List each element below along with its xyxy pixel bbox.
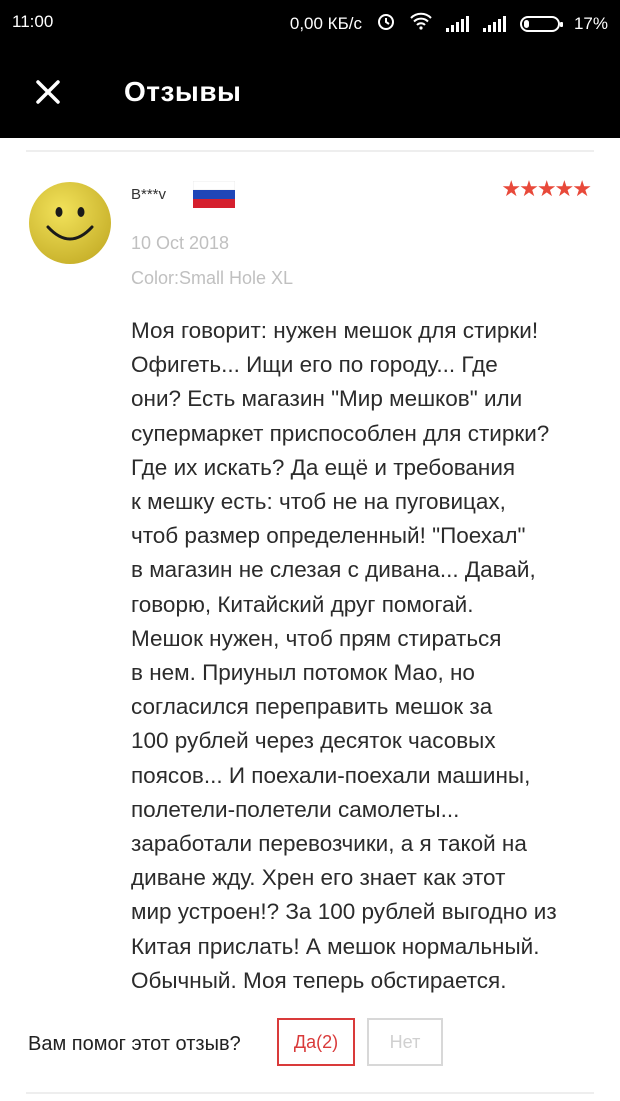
review-text-line: полетели-полетели самолеты... [131, 796, 460, 822]
review-text-line: поясов... И поехали-поехали машины, [131, 762, 531, 788]
review-text-line: Мешок нужен, чтоб прям стираться [131, 625, 502, 651]
helpful-question: Вам помог этот отзыв? [28, 1033, 241, 1055]
review-text-line: к мешку есть: чтоб не на пуговицах, [131, 489, 506, 515]
review-text-line: чтоб размер определенный! "Поехал" [131, 523, 526, 549]
review-text-line: 100 рублей через десяток часовых [131, 728, 496, 754]
avatar [28, 181, 112, 265]
review-text-line: диване жду. Хрен его знает как этот [131, 865, 506, 891]
review-text-line: говорю, Китайский друг помогай. [131, 591, 474, 617]
network-speed: 0,00 КБ/с [289, 13, 362, 33]
alarm-icon [376, 11, 396, 36]
wifi-icon [410, 12, 432, 35]
review-date: 10 Oct 2018 [131, 233, 230, 253]
review-text-line: Обычный. Моя теперь обстирается. [131, 967, 507, 993]
review-text-line: Где их искать? Да ещё и требования [131, 454, 516, 480]
review-author: B***v [131, 186, 167, 203]
review-text-line: супермаркет приспособлен для стирки? [131, 420, 550, 446]
review-text-line: Офигеть... Ищи его по городу... Где [131, 352, 498, 378]
helpful-no-button[interactable]: Нет [367, 1018, 443, 1066]
review-text-line: Китая прислать! А мешок нормальный. [131, 933, 540, 959]
close-icon[interactable] [30, 74, 66, 110]
review-text-line: в магазин не слезая с дивана... Давай, [131, 557, 536, 583]
battery-icon [519, 15, 563, 32]
helpful-yes-button[interactable]: Да(2) [277, 1018, 355, 1066]
review-text-line: согласился переправить мешок за [131, 694, 493, 720]
review-text-line: Моя говорит: нужен мешок для стирки! [131, 318, 539, 343]
signal-icon-2 [482, 15, 506, 32]
review-variant: Color:Small Hole XL [131, 268, 294, 288]
status-bar: 11:00 0,00 КБ/с 17% [0, 0, 620, 46]
status-indicators: 0,00 КБ/с 17% [290, 11, 608, 36]
russia-flag-icon [192, 180, 236, 208]
divider [26, 1092, 594, 1094]
review-text: Моя говорит: нужен мешок для стирки! Офиг… [131, 314, 611, 998]
status-time: 11:00 [12, 12, 54, 31]
signal-icon [445, 15, 469, 32]
divider [26, 150, 594, 152]
rating-stars: ★★★★★ [501, 176, 592, 201]
app-bar: Отзывы [0, 46, 620, 138]
battery-percent: 17% [573, 13, 608, 33]
review-text-line: в нем. Приуныл потомок Мао, но [131, 660, 475, 686]
review-text-line: мир устроен!? За 100 рублей выгодно из [131, 899, 557, 925]
review-text-line: они? Есть магазин "Мир мешков" или [131, 386, 523, 412]
page-title: Отзывы [124, 76, 242, 107]
review-text-line: заработали перевозчики, а я такой на [131, 831, 527, 857]
